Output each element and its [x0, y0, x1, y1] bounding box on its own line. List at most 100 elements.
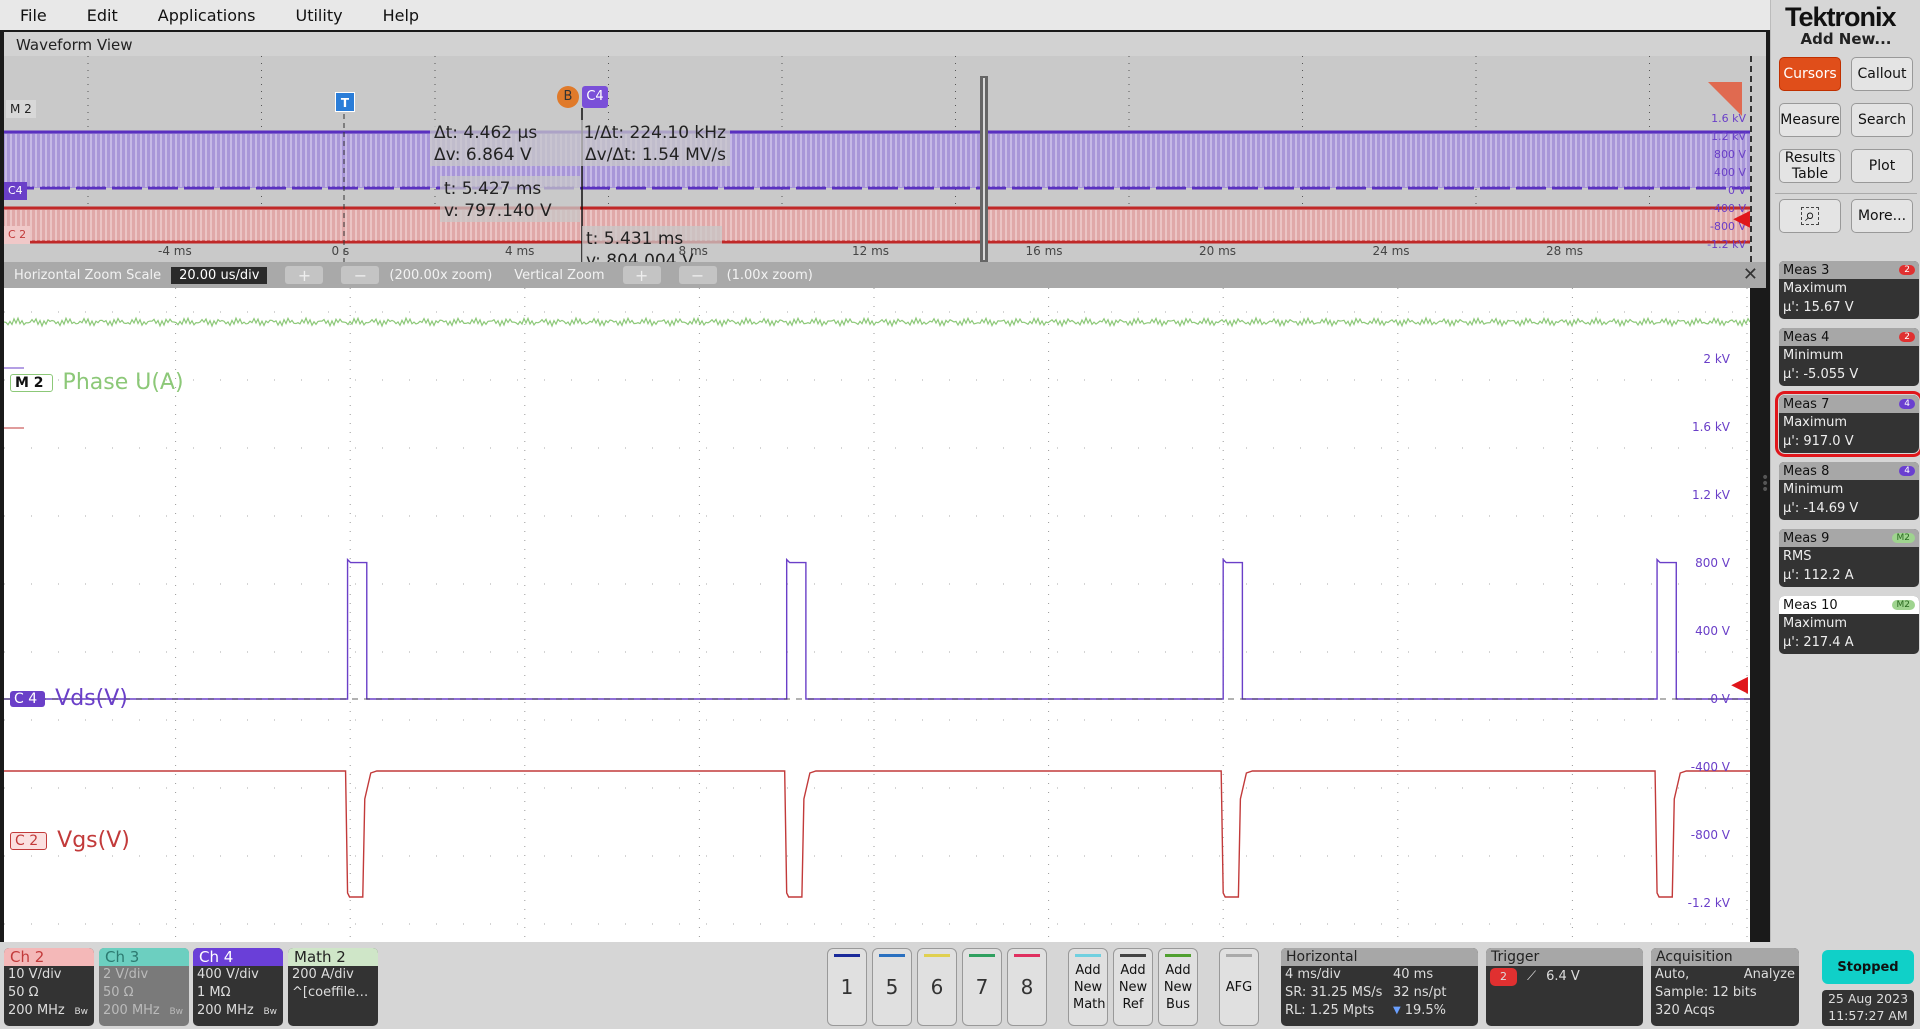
- menu-utility[interactable]: Utility: [276, 6, 363, 25]
- channel-7-button[interactable]: 7: [962, 948, 1002, 1026]
- channel-1-button[interactable]: 1: [827, 948, 867, 1026]
- m2-tag[interactable]: M 2: [6, 100, 36, 118]
- horizontal-title: Horizontal: [1281, 948, 1478, 966]
- channel-5-button[interactable]: 5: [872, 948, 912, 1026]
- vertical-zoom-in-button[interactable]: +: [622, 266, 661, 285]
- horizontal-scale: 4 ms/div: [1285, 967, 1341, 982]
- channel-3-badge[interactable]: Ch 3 2 V/div 50 Ω 200 MHz Bw: [99, 948, 189, 1026]
- afg-button[interactable]: AFG: [1219, 948, 1259, 1026]
- channel-6-button[interactable]: 6: [917, 948, 957, 1026]
- time-per-point: 32 ns/pt: [1393, 985, 1447, 1000]
- trigger-position-icon: ▼: [1393, 1005, 1401, 1016]
- add-new-math-button[interactable]: Add New Math: [1068, 948, 1108, 1026]
- horizontal-settings[interactable]: Horizontal 4 ms/div 40 ms SR: 31.25 MS/s 3…: [1281, 948, 1478, 1026]
- zoom-corner-icon[interactable]: [1708, 82, 1742, 116]
- add-new-bus-button[interactable]: Add New Bus: [1158, 948, 1198, 1026]
- m2-trace-name: Phase U(A): [62, 370, 184, 395]
- c2-tag[interactable]: C 2: [4, 226, 31, 244]
- measurement-badge[interactable]: Meas 3 2 Maximum µ': 15.67 V: [1779, 261, 1919, 319]
- measurement-badge[interactable]: Meas 4 2 Minimum µ': -5.055 V: [1779, 328, 1919, 386]
- close-zoom-icon[interactable]: ✕: [1743, 264, 1758, 285]
- menu-file[interactable]: File: [0, 6, 67, 25]
- overview-svg: [4, 56, 1750, 262]
- horizontal-zoom-scale-input[interactable]: 20.00 us/div: [171, 266, 268, 284]
- measurement-badge[interactable]: Meas 10 M2 Maximum µ': 217.4 A: [1779, 596, 1919, 654]
- overview-plot[interactable]: M 2 C4 C 2 T B C4 Δt: 4.462 µs 1/Δt: 224.…: [4, 56, 1750, 262]
- menu-applications[interactable]: Applications: [138, 6, 276, 25]
- vertical-zoom-label: Vertical Zoom: [514, 267, 605, 283]
- measurement-type: Minimum: [1783, 348, 1844, 363]
- math-2-scale: 200 A/div: [292, 967, 354, 982]
- channel-6-label: 6: [930, 974, 944, 999]
- trigger-settings[interactable]: Trigger 2 ⟋ 6.4 V: [1486, 948, 1643, 1026]
- measure-button[interactable]: Measure: [1779, 103, 1841, 137]
- plot-button[interactable]: Plot: [1851, 149, 1913, 183]
- math-2-badge[interactable]: Math 2 200 A/div ^[coeffile…: [288, 948, 378, 1026]
- overview-time-tick: 24 ms: [1372, 244, 1410, 258]
- m2-trace-tag[interactable]: M 2: [10, 373, 53, 392]
- rising-edge-icon: ⟋: [1527, 969, 1537, 984]
- overview-time-tick: 28 ms: [1546, 244, 1584, 258]
- panel-drag-handle-icon[interactable]: • • •: [1761, 471, 1769, 497]
- delta-v: Δv: 6.864 V: [434, 145, 532, 165]
- c4-tag[interactable]: C4: [4, 182, 27, 200]
- measurement-badge[interactable]: Meas 7 4 Maximum µ': 917.0 V: [1775, 391, 1920, 457]
- sample-rate: SR: 31.25 MS/s: [1285, 985, 1383, 1000]
- measurement-name: Meas 4: [1783, 329, 1830, 345]
- cursor-b-marker[interactable]: B: [557, 86, 579, 108]
- channel-5-label: 5: [885, 974, 899, 999]
- overview-time-tick: 0 s: [331, 244, 350, 258]
- search-button[interactable]: Search: [1851, 103, 1913, 137]
- menu-edit[interactable]: Edit: [67, 6, 138, 25]
- measurement-value: µ': 917.0 V: [1783, 434, 1854, 449]
- zoomed-volt-tick: 2 kV: [1703, 352, 1730, 366]
- measurement-name: Meas 8: [1783, 463, 1830, 479]
- overview-time-tick: 20 ms: [1199, 244, 1237, 258]
- zoomed-volt-tick: 400 V: [1695, 624, 1730, 638]
- trigger-marker[interactable]: T: [335, 92, 355, 112]
- measurement-badge[interactable]: Meas 8 4 Minimum µ': -14.69 V: [1779, 462, 1919, 520]
- channel-8-button[interactable]: 8: [1007, 948, 1047, 1026]
- waveform-view-title: Waveform View: [4, 32, 1766, 56]
- channel-2-name: Ch 2: [4, 948, 94, 966]
- overview-time-tick: 8 ms: [678, 244, 708, 258]
- menu-help[interactable]: Help: [363, 6, 439, 25]
- overview-volt-tick: 400 V: [1713, 166, 1746, 179]
- add-new-bus-label: Add New Bus: [1163, 962, 1193, 1012]
- trigger-level: 6.4 V: [1546, 969, 1580, 984]
- acquisition-settings[interactable]: Acquisition Auto, Analyze Sample: 12 bits…: [1651, 948, 1799, 1026]
- trace-label-m2: M 2 Phase U(A): [10, 370, 184, 395]
- c2-trace-tag[interactable]: C 2: [10, 831, 48, 850]
- run-stop-status-button[interactable]: Stopped: [1822, 950, 1914, 984]
- measurement-type: RMS: [1783, 549, 1812, 564]
- vertical-zoom-out-button[interactable]: −: [678, 266, 717, 285]
- cursors-button[interactable]: Cursors: [1779, 57, 1841, 91]
- horizontal-zoom-in-button[interactable]: +: [285, 266, 324, 285]
- measurement-type: Maximum: [1783, 616, 1848, 631]
- overview-volt-tick: 1.2 kV: [1711, 130, 1746, 143]
- acquisition-mode: Auto,: [1655, 967, 1690, 982]
- zoomed-volt-tick: 800 V: [1695, 556, 1730, 570]
- add-new-ref-button[interactable]: Add New Ref: [1113, 948, 1153, 1026]
- horizontal-zoom-factor: (200.00x zoom): [389, 267, 493, 283]
- channel-2-badge[interactable]: Ch 2 10 V/div 50 Ω 200 MHz Bw: [4, 948, 94, 1026]
- add-new-math-label: Add New Math: [1073, 962, 1106, 1012]
- horizontal-zoom-label: Horizontal Zoom Scale: [14, 267, 162, 283]
- cursor-a-readout: t: 5.427 ms v: 797.140 V: [440, 176, 580, 222]
- add-new-ref-label: Add New Ref: [1118, 962, 1148, 1012]
- overview-volt-tick: -1.2 kV: [1707, 238, 1746, 251]
- acquisition-count: 320 Acqs: [1655, 1003, 1715, 1018]
- zoomed-plot[interactable]: M 2 Phase U(A) C 4 Vds(V) C 2 Vgs(V) ◀ 1…: [4, 288, 1750, 968]
- channel-3-bandwidth: 200 MHz: [103, 1003, 160, 1018]
- measurement-type: Minimum: [1783, 482, 1844, 497]
- results-table-button[interactable]: Results Table: [1779, 149, 1841, 183]
- cursor-c4-marker[interactable]: C4: [582, 86, 608, 108]
- horizontal-zoom-out-button[interactable]: −: [341, 266, 380, 285]
- more-button[interactable]: More...: [1851, 199, 1913, 233]
- callout-button[interactable]: Callout: [1851, 57, 1913, 91]
- measurement-name: Meas 3: [1783, 262, 1830, 278]
- zoom-select-button[interactable]: ⌕: [1779, 199, 1841, 233]
- channel-4-badge[interactable]: Ch 4 400 V/div 1 MΩ 200 MHz Bw: [193, 948, 283, 1026]
- measurement-badge[interactable]: Meas 9 M2 RMS µ': 112.2 A: [1779, 529, 1919, 587]
- c4-trace-tag[interactable]: C 4: [10, 690, 46, 707]
